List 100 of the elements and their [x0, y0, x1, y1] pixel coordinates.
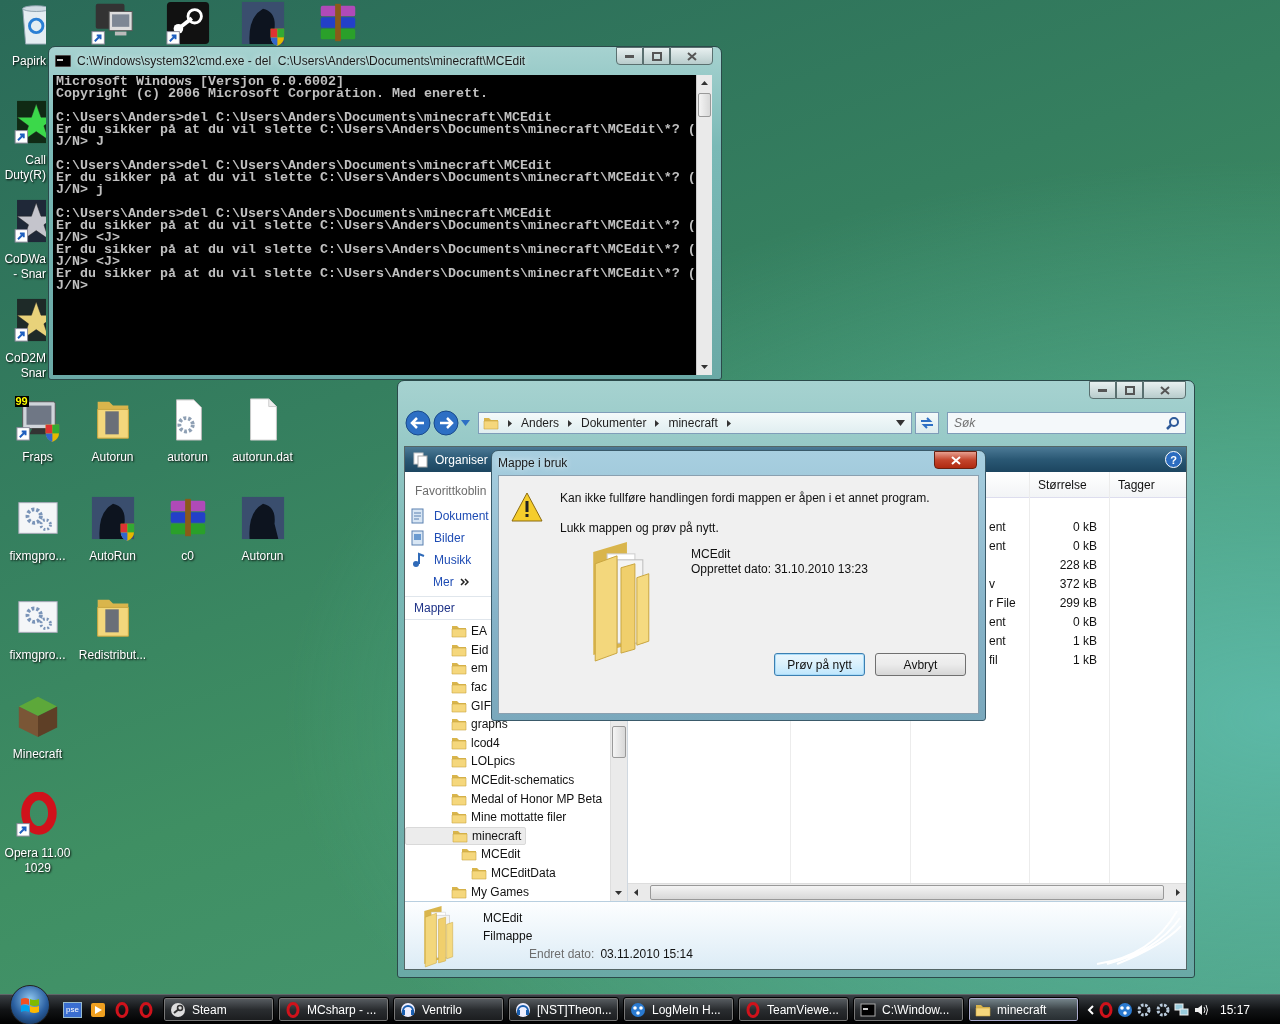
quick-launch-icon[interactable]: pse	[63, 1001, 82, 1018]
breadcrumb-item[interactable]: minecraft	[668, 416, 718, 430]
icon-label[interactable]: autorun	[167, 450, 208, 465]
icon-label[interactable]: Minecraft	[12, 747, 63, 762]
warning-icon	[511, 492, 543, 522]
scroll-thumb[interactable]	[612, 726, 626, 758]
taskbar-button[interactable]: C:\Window...	[853, 997, 964, 1022]
tree-item[interactable]: fac	[405, 677, 491, 697]
icon-label[interactable]: Fraps	[22, 450, 53, 465]
search-field[interactable]: Søk	[947, 412, 1186, 434]
close-button[interactable]	[1143, 381, 1186, 399]
chevron-icon[interactable]	[654, 418, 661, 428]
icon-label[interactable]: Redistribut...	[78, 648, 147, 663]
chevron-icon[interactable]	[567, 418, 574, 428]
tree-item[interactable]: graphs	[405, 714, 512, 734]
taskbar-button[interactable]: TeamViewe...	[738, 997, 849, 1022]
taskbar-button[interactable]: Steam	[163, 997, 274, 1022]
icon-label[interactable]: AutoRun	[89, 549, 136, 564]
more-link[interactable]: Mer	[405, 571, 469, 593]
tree-item[interactable]: MCEdit-schematics	[405, 770, 579, 790]
taskbar-button[interactable]: MCsharp - ...	[278, 997, 389, 1022]
breadcrumb-item[interactable]: Anders	[521, 416, 560, 430]
chevron-icon[interactable]	[1087, 1004, 1095, 1015]
ring-logo-icon[interactable]	[137, 1001, 154, 1018]
icon-label[interactable]: Autorun	[241, 549, 284, 564]
tree-item[interactable]: Mine mottatte filer	[405, 807, 571, 827]
maximize-button[interactable]	[1116, 381, 1143, 399]
refresh-button[interactable]	[915, 412, 939, 434]
console-line: J/N> <J>	[56, 256, 120, 268]
tree-item[interactable]: MCEditData	[405, 863, 560, 883]
field-value: 03.11.2010 15:14	[600, 946, 693, 961]
dialog-title: Mappe i bruk	[498, 456, 568, 470]
tree-item[interactable]: minecraft	[405, 826, 527, 846]
ring-logo-icon[interactable]	[1098, 1001, 1114, 1018]
tree-item[interactable]: Medal of Honor MP Beta	[405, 789, 607, 808]
game-cover-icon[interactable]	[239, 495, 286, 541]
nav-link[interactable]: Bilder	[405, 527, 465, 549]
star-icon[interactable]	[13, 198, 46, 244]
tree-item[interactable]: LOLpics	[405, 752, 520, 771]
tree-item[interactable]: My Games	[405, 882, 533, 901]
network-icon[interactable]	[1174, 1001, 1190, 1018]
close-button[interactable]	[934, 451, 977, 469]
address-bar[interactable]: Anders Dokumenter minecraft	[478, 412, 913, 434]
minimize-button[interactable]	[1089, 381, 1116, 399]
taskbar-button[interactable]: Ventrilo	[393, 997, 504, 1022]
tree-item[interactable]: GIF	[405, 696, 495, 715]
close-button[interactable]	[670, 47, 713, 65]
icon-label[interactable]: Opera 11.00 1029	[4, 846, 71, 876]
clock[interactable]: 15:17	[1220, 1002, 1251, 1017]
icon-label[interactable]: Papirk	[2, 54, 46, 69]
table-cell: fil	[989, 652, 998, 667]
dots-logo-icon[interactable]	[1117, 1001, 1133, 1018]
game-cover-icon[interactable]	[89, 495, 136, 541]
dialog-button[interactable]: Avbryt	[875, 653, 966, 676]
table-cell: ent	[989, 614, 1006, 629]
maximize-button[interactable]	[643, 47, 670, 65]
app-logo-icon[interactable]	[164, 0, 211, 46]
icon-label[interactable]: fixmgpro...	[9, 549, 66, 564]
minimize-button[interactable]	[616, 47, 643, 65]
tree-item[interactable]: MCEdit	[405, 845, 525, 864]
game-cover-icon[interactable]	[239, 0, 286, 46]
chevron-icon[interactable]	[725, 418, 732, 428]
back-button[interactable]	[405, 410, 431, 436]
scroll-thumb[interactable]	[697, 93, 711, 117]
icon-label[interactable]: Autorun	[91, 450, 134, 465]
console-line: Er du sikker på at du vil slette C:\Users\Anders\Documents\minecraft\MCEdit\*? (	[56, 172, 696, 184]
icon-label[interactable]: fixmgpro...	[9, 648, 66, 663]
gear-icon[interactable]	[1155, 1001, 1171, 1018]
star-icon[interactable]	[13, 297, 46, 343]
icon-label[interactable]: CoD2M Snar	[2, 351, 46, 381]
gear-icon[interactable]	[1136, 1001, 1152, 1018]
icon-label[interactable]: c0	[181, 549, 194, 564]
icon-label[interactable]: autorun.dat	[232, 450, 293, 465]
nav-link[interactable]: Musikk	[405, 549, 472, 571]
start-button[interactable]	[10, 984, 50, 1024]
organize-button[interactable]: Organiser	[409, 451, 492, 468]
breadcrumb-item[interactable]: Dokumenter	[581, 416, 647, 430]
taskbar-button[interactable]: [NST]Theon...	[508, 997, 619, 1022]
forward-button[interactable]	[433, 410, 459, 436]
table-cell: r File	[989, 595, 1016, 610]
tree-item[interactable]: EA	[405, 622, 491, 641]
tree-item[interactable]: em	[405, 659, 492, 678]
ring-logo-icon[interactable]	[113, 1001, 130, 1018]
scrollbar[interactable]	[628, 883, 1186, 901]
dialog-button[interactable]: Prøv på nytt	[774, 653, 865, 676]
tree-item[interactable]: lcod4	[405, 733, 504, 753]
icon-label[interactable]: CoDWa - Snar	[2, 252, 46, 282]
caret-icon[interactable]	[896, 420, 906, 426]
console-line: Er du sikker på at du vil slette C:\Users\Anders\Documents\minecraft\MCEdit\*? (	[56, 220, 696, 232]
icon-label[interactable]: Call Duty(R)	[2, 153, 46, 183]
taskbar-button[interactable]: minecraft	[968, 997, 1079, 1022]
nav-link[interactable]: Dokument	[405, 505, 489, 527]
play-icon[interactable]	[89, 1001, 106, 1018]
scroll-thumb[interactable]	[650, 885, 1164, 900]
taskbar-button[interactable]: LogMeIn H...	[623, 997, 734, 1022]
tree-item[interactable]: Eid	[405, 640, 493, 660]
star-icon[interactable]	[13, 99, 46, 145]
help-button[interactable]: ?	[1165, 451, 1182, 468]
chevron-icon[interactable]	[507, 418, 513, 428]
search-icon[interactable]	[1166, 416, 1180, 430]
